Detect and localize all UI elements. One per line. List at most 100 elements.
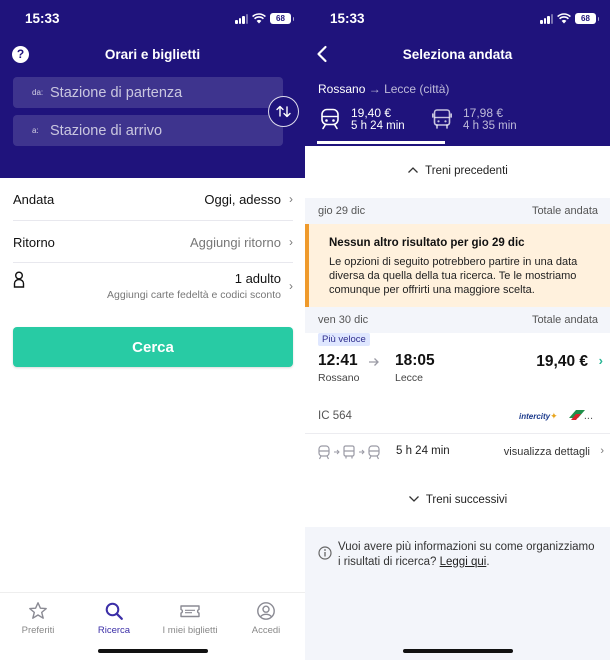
details-link[interactable]: visualizza dettagli xyxy=(504,446,590,458)
home-indicator xyxy=(98,649,208,653)
status-bar: 15:33 68 xyxy=(305,11,610,27)
page-title: Seleziona andata xyxy=(402,47,513,62)
return-label: Ritorno xyxy=(13,235,55,250)
tab-favorites[interactable]: Preferiti xyxy=(0,600,76,636)
passengers-subtitle: Aggiungi carte fedeltà e codici sconto xyxy=(107,289,281,301)
later-trains-button[interactable]: Treni successivi xyxy=(305,467,610,527)
chevron-right-icon: › xyxy=(289,235,293,249)
swap-icon xyxy=(276,105,291,118)
chevron-right-icon: › xyxy=(289,279,293,293)
operator-logos: intercity✦ xyxy=(519,406,587,424)
route-summary: Rossano → Lecce (città) xyxy=(318,82,449,96)
return-date-row[interactable]: Ritorno Aggiungi ritorno › xyxy=(13,221,293,263)
tab-label: Ricerca xyxy=(97,625,131,636)
tab-search[interactable]: Ricerca xyxy=(76,600,152,636)
earlier-label: Treni precedenti xyxy=(425,165,508,177)
train-icon xyxy=(321,108,339,130)
route-origin: Rossano xyxy=(318,82,366,96)
ticket-icon xyxy=(180,605,200,618)
bus-duration: 4 h 35 min xyxy=(463,120,517,132)
day-date: ven 30 dic xyxy=(318,314,369,326)
intercity-logo: intercity xyxy=(519,412,551,421)
no-results-notice: Nessun altro risultato per gio 29 dic Le… xyxy=(305,224,610,307)
passengers-row[interactable]: 1 adulto Aggiungi carte fedeltà e codici… xyxy=(13,263,293,309)
train-duration: 5 h 24 min xyxy=(351,120,405,132)
journey-duration: 5 h 24 min xyxy=(396,445,450,457)
departure-time: 12:41 xyxy=(318,352,358,369)
departure-input[interactable] xyxy=(50,82,275,103)
passengers-value: 1 adulto xyxy=(234,271,281,286)
clock: 15:33 xyxy=(330,11,365,26)
day-total-label: Totale andata xyxy=(531,205,598,217)
search-icon xyxy=(105,602,123,620)
signal-icon xyxy=(540,13,553,24)
user-icon xyxy=(257,602,275,620)
mode-tab-train[interactable]: 19,40 € 5 h 24 min xyxy=(320,105,440,137)
info-end: . xyxy=(486,556,490,568)
chevron-right-icon: › xyxy=(289,192,293,206)
chevron-right-icon: › xyxy=(600,445,604,457)
tab-my-tickets[interactable]: I miei biglietti xyxy=(152,600,228,636)
train-price: 19,40 € xyxy=(351,106,392,120)
later-trains: Treni successivi xyxy=(305,494,610,506)
person-icon xyxy=(13,271,25,288)
search-button[interactable]: Cerca xyxy=(13,327,293,367)
swap-stations-button[interactable] xyxy=(268,96,299,127)
arrival-field[interactable]: a: xyxy=(13,115,283,146)
clock: 15:33 xyxy=(25,11,60,26)
later-label: Treni successivi xyxy=(425,494,508,506)
chevron-right-icon[interactable]: › xyxy=(599,353,603,368)
chevron-up-icon xyxy=(408,167,419,173)
battery-icon: 68 xyxy=(575,13,599,24)
train-code: IC 564 xyxy=(318,410,352,422)
search-screen: 15:33 68 ? Orari e biglietti da: a: Anda… xyxy=(0,0,305,660)
return-value: Aggiungi ritorno xyxy=(189,235,281,250)
day-date: gio 29 dic xyxy=(318,205,366,217)
read-more-link[interactable]: Leggi qui xyxy=(440,556,487,568)
star-icon xyxy=(29,602,47,619)
departure-field[interactable]: da: xyxy=(13,77,283,108)
results-screen: 15:33 68 Seleziona andata Rossano → Lecc… xyxy=(305,0,610,660)
tab-label: I miei biglietti xyxy=(162,625,218,636)
outbound-date-row[interactable]: Andata Oggi, adesso › xyxy=(13,178,293,221)
day-total-label: Totale andata xyxy=(531,314,598,326)
arrival-input[interactable] xyxy=(50,120,275,141)
intercity-star-icon: ✦ xyxy=(550,411,558,421)
arrow-right-icon: → xyxy=(368,82,381,96)
arrow-right-icon xyxy=(369,358,379,366)
departure-prefix: da: xyxy=(32,88,44,97)
more-operators: ... xyxy=(583,410,593,422)
tab-login[interactable]: Accedi xyxy=(228,600,304,636)
arrival-time: 18:05 xyxy=(395,352,435,369)
outbound-label: Andata xyxy=(13,192,55,207)
journey-legs-icon xyxy=(318,445,380,460)
wifi-icon xyxy=(557,13,571,24)
bus-icon xyxy=(432,109,452,129)
mode-tab-bus[interactable]: 17,98 € 4 h 35 min xyxy=(432,105,552,137)
active-mode-underline xyxy=(317,141,445,144)
route-destination: Lecce (città) xyxy=(384,82,450,96)
page-title: Orari e biglietti xyxy=(104,47,201,62)
wifi-icon xyxy=(252,13,266,24)
arrival-station: Lecce xyxy=(395,372,424,384)
earlier-trains: Treni precedenti xyxy=(305,165,610,177)
tab-label: Accedi xyxy=(251,625,281,636)
outbound-value: Oggi, adesso xyxy=(204,192,281,207)
earlier-trains-button[interactable]: Treni precedenti xyxy=(305,146,610,198)
journey-card[interactable]: Più veloce 12:41 18:05 Rossano Lecce 19,… xyxy=(305,333,610,467)
tab-label: Preferiti xyxy=(21,625,55,636)
chevron-down-icon xyxy=(408,496,419,502)
notice-title: Nessun altro risultato per gio 29 dic xyxy=(329,237,525,249)
results-header: 15:33 68 Seleziona andata Rossano → Lecc… xyxy=(305,0,610,146)
divider xyxy=(305,433,610,434)
battery-icon: 68 xyxy=(270,13,294,24)
notice-body: Le opzioni di seguito potrebbero partire… xyxy=(329,256,578,296)
arrival-prefix: a: xyxy=(32,126,39,135)
signal-icon xyxy=(235,13,248,24)
journey-price: 19,40 € xyxy=(536,353,588,370)
day-header: ven 30 dic Totale andata xyxy=(305,307,610,333)
day-header: gio 29 dic Totale andata xyxy=(305,198,610,224)
home-indicator xyxy=(403,649,513,653)
search-header: 15:33 68 ? Orari e biglietti da: a: xyxy=(0,0,305,178)
info-text: Vuoi avere più informazioni su come orga… xyxy=(338,540,600,570)
